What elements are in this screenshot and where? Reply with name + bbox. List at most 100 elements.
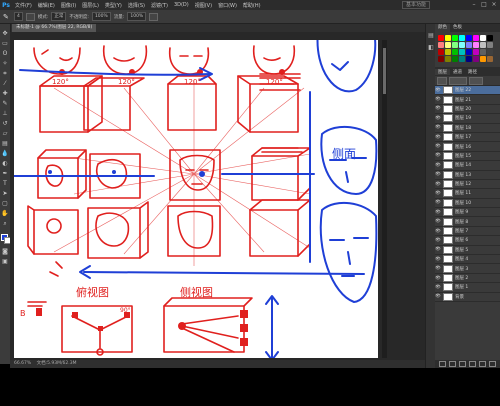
visibility-eye-icon[interactable]: 👁: [435, 153, 441, 158]
color-swatch[interactable]: [438, 42, 444, 48]
scroll-thumb[interactable]: [383, 48, 386, 94]
color-swatch[interactable]: [473, 42, 479, 48]
color-swatch[interactable]: [459, 56, 465, 62]
gradient-tool-icon[interactable]: ▤: [1, 140, 9, 148]
brush-tool-icon[interactable]: ✎: [1, 100, 9, 108]
layer-row[interactable]: 👁 图层 2: [435, 274, 500, 284]
eyedropper-tool-icon[interactable]: ⁄: [1, 80, 9, 88]
layer-row[interactable]: 👁 图层 20: [435, 104, 500, 115]
layer-row[interactable]: 👁 图层 11: [435, 189, 500, 199]
layer-row[interactable]: 👁 图层 22: [435, 86, 500, 96]
visibility-eye-icon[interactable]: 👁: [435, 285, 441, 290]
layer-row[interactable]: 👁 背景: [435, 292, 500, 302]
visibility-eye-icon[interactable]: 👁: [435, 229, 441, 234]
visibility-eye-icon[interactable]: 👁: [435, 257, 441, 262]
shape-tool-icon[interactable]: ▢: [1, 200, 9, 208]
screen-mode-icon[interactable]: ▣: [1, 258, 9, 266]
layer-row[interactable]: 👁 图层 15: [435, 151, 500, 162]
airbrush-icon[interactable]: [149, 12, 159, 21]
layer-row[interactable]: 👁 图层 9: [435, 208, 500, 218]
layer-row[interactable]: 👁 图层 7: [435, 227, 500, 237]
color-swatch[interactable]: [487, 56, 493, 62]
layer-filter[interactable]: [437, 76, 447, 85]
photoshop-logo[interactable]: Ps: [0, 0, 12, 10]
color-swatch[interactable]: [466, 56, 472, 62]
color-swatch[interactable]: [487, 49, 493, 55]
layer-row[interactable]: 👁 图层 12: [435, 180, 500, 190]
path-select-icon[interactable]: ➤: [1, 190, 9, 198]
color-swatch[interactable]: [452, 42, 458, 48]
brush-panel-icon[interactable]: [25, 12, 35, 21]
menu-item-3[interactable]: 图层(L): [79, 2, 102, 9]
color-swatch[interactable]: [487, 42, 493, 48]
pen-tool-icon[interactable]: ✒: [1, 170, 9, 178]
layer-row[interactable]: 👁 图层 16: [435, 142, 500, 152]
menu-item-5[interactable]: 选择(S): [125, 2, 148, 9]
menu-item-4[interactable]: 类型(Y): [102, 2, 125, 9]
color-swatch[interactable]: [473, 49, 479, 55]
hand-tool-icon[interactable]: ✋: [1, 210, 9, 218]
visibility-eye-icon[interactable]: 👁: [435, 294, 441, 299]
minimize-icon[interactable]: –: [470, 1, 478, 8]
color-swatch[interactable]: [452, 35, 458, 41]
visibility-eye-icon[interactable]: 👁: [435, 266, 441, 271]
color-swatch[interactable]: [473, 35, 479, 41]
menu-item-10[interactable]: 帮助(H): [240, 2, 264, 9]
add-mask-icon[interactable]: [459, 361, 466, 367]
color-swatch[interactable]: [466, 35, 472, 41]
close-icon[interactable]: ×: [490, 1, 498, 8]
layer-row[interactable]: 👁 图层 10: [435, 198, 500, 209]
eraser-tool-icon[interactable]: ▱: [1, 130, 9, 138]
zoom-level[interactable]: 66.67%: [14, 361, 31, 366]
visibility-eye-icon[interactable]: 👁: [435, 219, 441, 224]
color-swatch[interactable]: [445, 56, 451, 62]
menu-item-2[interactable]: 图像(I): [58, 2, 79, 9]
color-swatch[interactable]: [445, 42, 451, 48]
menu-item-1[interactable]: 编辑(E): [35, 2, 58, 9]
color-swatch[interactable]: [445, 35, 451, 41]
marquee-tool-icon[interactable]: ▭: [1, 40, 9, 48]
color-swatch[interactable]: [452, 56, 458, 62]
history-brush-icon[interactable]: ↺: [1, 120, 9, 128]
workspace-switcher[interactable]: 基本功能: [401, 1, 430, 9]
layer-row[interactable]: 👁 图层 19: [435, 114, 500, 124]
quick-select-tool-icon[interactable]: ✧: [1, 60, 9, 68]
layer-row[interactable]: 👁 图层 4: [435, 255, 500, 265]
crop-tool-icon[interactable]: ⌗: [1, 70, 9, 78]
visibility-eye-icon[interactable]: 👁: [435, 172, 441, 177]
visibility-eye-icon[interactable]: 👁: [435, 125, 441, 130]
menu-item-7[interactable]: 3D(D): [171, 2, 192, 9]
layer-row[interactable]: 👁 图层 17: [435, 133, 500, 143]
delete-layer-icon[interactable]: [489, 361, 496, 367]
stamp-tool-icon[interactable]: ⊥: [1, 110, 9, 118]
layer-row[interactable]: 👁 图层 3: [435, 264, 500, 274]
visibility-eye-icon[interactable]: 👁: [435, 116, 441, 121]
properties-icon[interactable]: ◧: [427, 44, 435, 52]
menu-item-6[interactable]: 滤镜(T): [148, 2, 171, 9]
color-swatch[interactable]: [459, 49, 465, 55]
color-swatch[interactable]: [438, 35, 444, 41]
tab-channels[interactable]: 通道: [450, 69, 465, 75]
new-layer-icon[interactable]: [479, 361, 486, 367]
layer-row[interactable]: 👁 图层 14: [435, 161, 500, 171]
menu-item-0[interactable]: 文件(F): [12, 2, 35, 9]
link-layers-icon[interactable]: [439, 361, 446, 367]
menu-item-9[interactable]: 窗口(W): [215, 2, 240, 9]
color-swatch[interactable]: [480, 56, 486, 62]
color-swatch[interactable]: [459, 42, 465, 48]
color-swatch[interactable]: [487, 35, 493, 41]
layer-row[interactable]: 👁 图层 8: [435, 217, 500, 227]
blur-tool-icon[interactable]: 💧: [1, 150, 9, 158]
type-tool-icon[interactable]: T: [1, 180, 9, 188]
tab-color[interactable]: 颜色: [435, 24, 450, 32]
layer-opacity[interactable]: [469, 76, 483, 85]
fx-icon[interactable]: [449, 361, 456, 367]
visibility-eye-icon[interactable]: 👁: [435, 97, 441, 102]
visibility-eye-icon[interactable]: 👁: [435, 276, 441, 281]
menu-item-8[interactable]: 视图(V): [192, 2, 215, 9]
color-swatch[interactable]: [459, 35, 465, 41]
brush-tool-icon[interactable]: ✎: [3, 13, 11, 21]
color-swatch[interactable]: [452, 49, 458, 55]
dodge-tool-icon[interactable]: ◐: [1, 160, 9, 168]
vertical-scrollbar[interactable]: [382, 40, 387, 358]
